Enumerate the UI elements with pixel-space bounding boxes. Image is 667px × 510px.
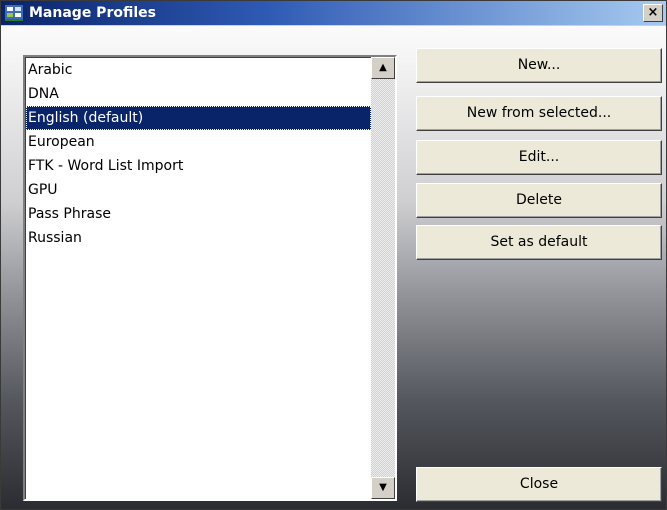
- edit-button[interactable]: Edit...: [416, 140, 662, 175]
- list-item-gpu[interactable]: GPU: [26, 178, 371, 202]
- window-title: Manage Profiles: [29, 5, 156, 21]
- set-as-default-button[interactable]: Set as default: [416, 225, 662, 260]
- close-button[interactable]: Close: [416, 467, 662, 502]
- profiles-icon: [5, 5, 23, 21]
- title-bar[interactable]: Manage Profiles ×: [1, 1, 666, 26]
- new-from-selected-button[interactable]: New from selected...: [416, 96, 662, 131]
- profiles-list: Arabic DNA English (default) European FT…: [26, 58, 371, 498]
- list-item-dna[interactable]: DNA: [26, 82, 371, 106]
- list-item-russian[interactable]: Russian: [26, 226, 371, 250]
- list-item-ftk-word-list-import[interactable]: FTK - Word List Import: [26, 154, 371, 178]
- list-item-english-default[interactable]: English (default): [26, 106, 371, 130]
- scroll-down-button[interactable]: ▼: [371, 477, 395, 499]
- list-scrollbar[interactable]: ▲ ▼: [371, 57, 395, 499]
- scroll-up-button[interactable]: ▲: [371, 57, 395, 79]
- delete-button[interactable]: Delete: [416, 183, 662, 218]
- list-item-pass-phrase[interactable]: Pass Phrase: [26, 202, 371, 226]
- new-button[interactable]: New...: [416, 48, 662, 83]
- close-window-button[interactable]: ×: [643, 4, 663, 22]
- list-item-arabic[interactable]: Arabic: [26, 58, 371, 82]
- profiles-listbox[interactable]: Arabic DNA English (default) European FT…: [23, 55, 397, 501]
- manage-profiles-dialog: Manage Profiles × Arabic DNA English (de…: [0, 0, 667, 510]
- list-item-european[interactable]: European: [26, 130, 371, 154]
